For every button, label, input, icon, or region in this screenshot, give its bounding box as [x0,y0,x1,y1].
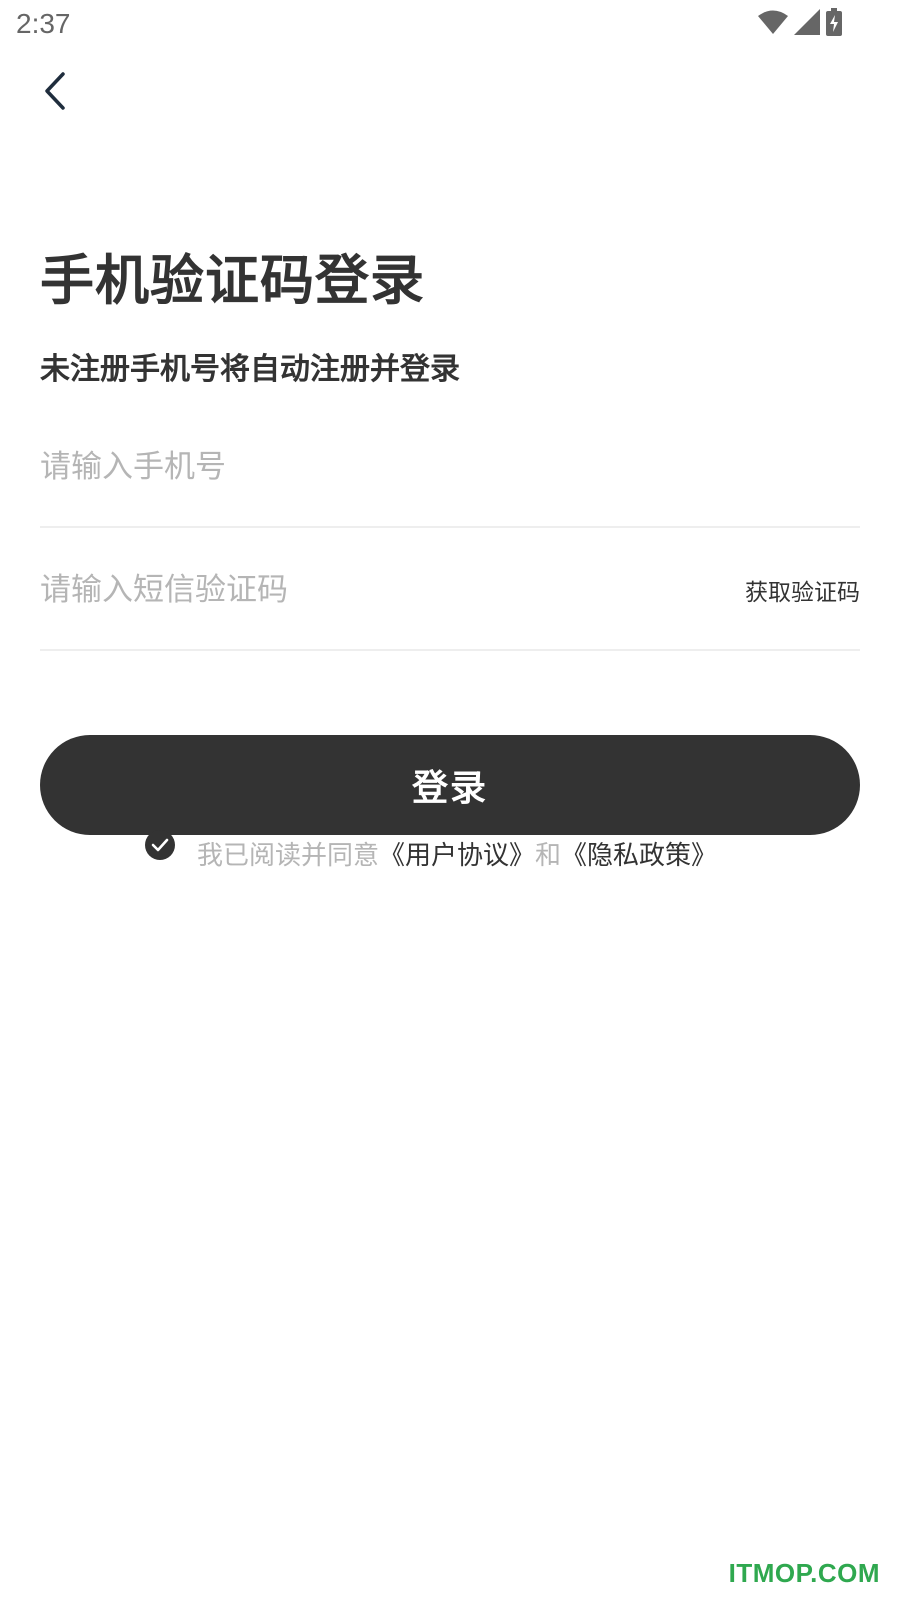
status-time: 2:37 [16,8,71,39]
status-bar: 2:37 [0,0,900,50]
page-title: 手机验证码登录 [40,249,425,312]
signal-icon [794,9,820,39]
status-icons [758,8,842,40]
sms-code-input[interactable] [40,560,733,620]
back-button[interactable] [30,66,80,116]
privacy-policy-link[interactable]: 《隐私政策》 [561,835,717,872]
battery-charging-icon [826,8,842,40]
agreement-prefix: 我已阅读并同意 [197,841,380,871]
get-code-button[interactable]: 获取验证码 [733,573,860,607]
user-agreement-link[interactable]: 《用户协议》 [379,835,535,872]
login-button[interactable]: 登录 [40,735,860,835]
phone-input[interactable] [40,437,860,497]
agree-checkbox[interactable] [145,829,175,860]
watermark: ITMOP.COM [728,1558,880,1588]
agreement-conjunction: 和 [535,841,562,871]
agreement: 我已阅读并同意 《用户协议》 和 《隐私政策》 [145,829,717,872]
sms-code-field: 获取验证码 [40,531,860,651]
phone-field [40,408,860,528]
chevron-left-icon [45,72,65,110]
wifi-icon [758,9,788,39]
page-subtitle: 未注册手机号将自动注册并登录 [40,352,460,387]
checkmark-icon [151,838,169,851]
